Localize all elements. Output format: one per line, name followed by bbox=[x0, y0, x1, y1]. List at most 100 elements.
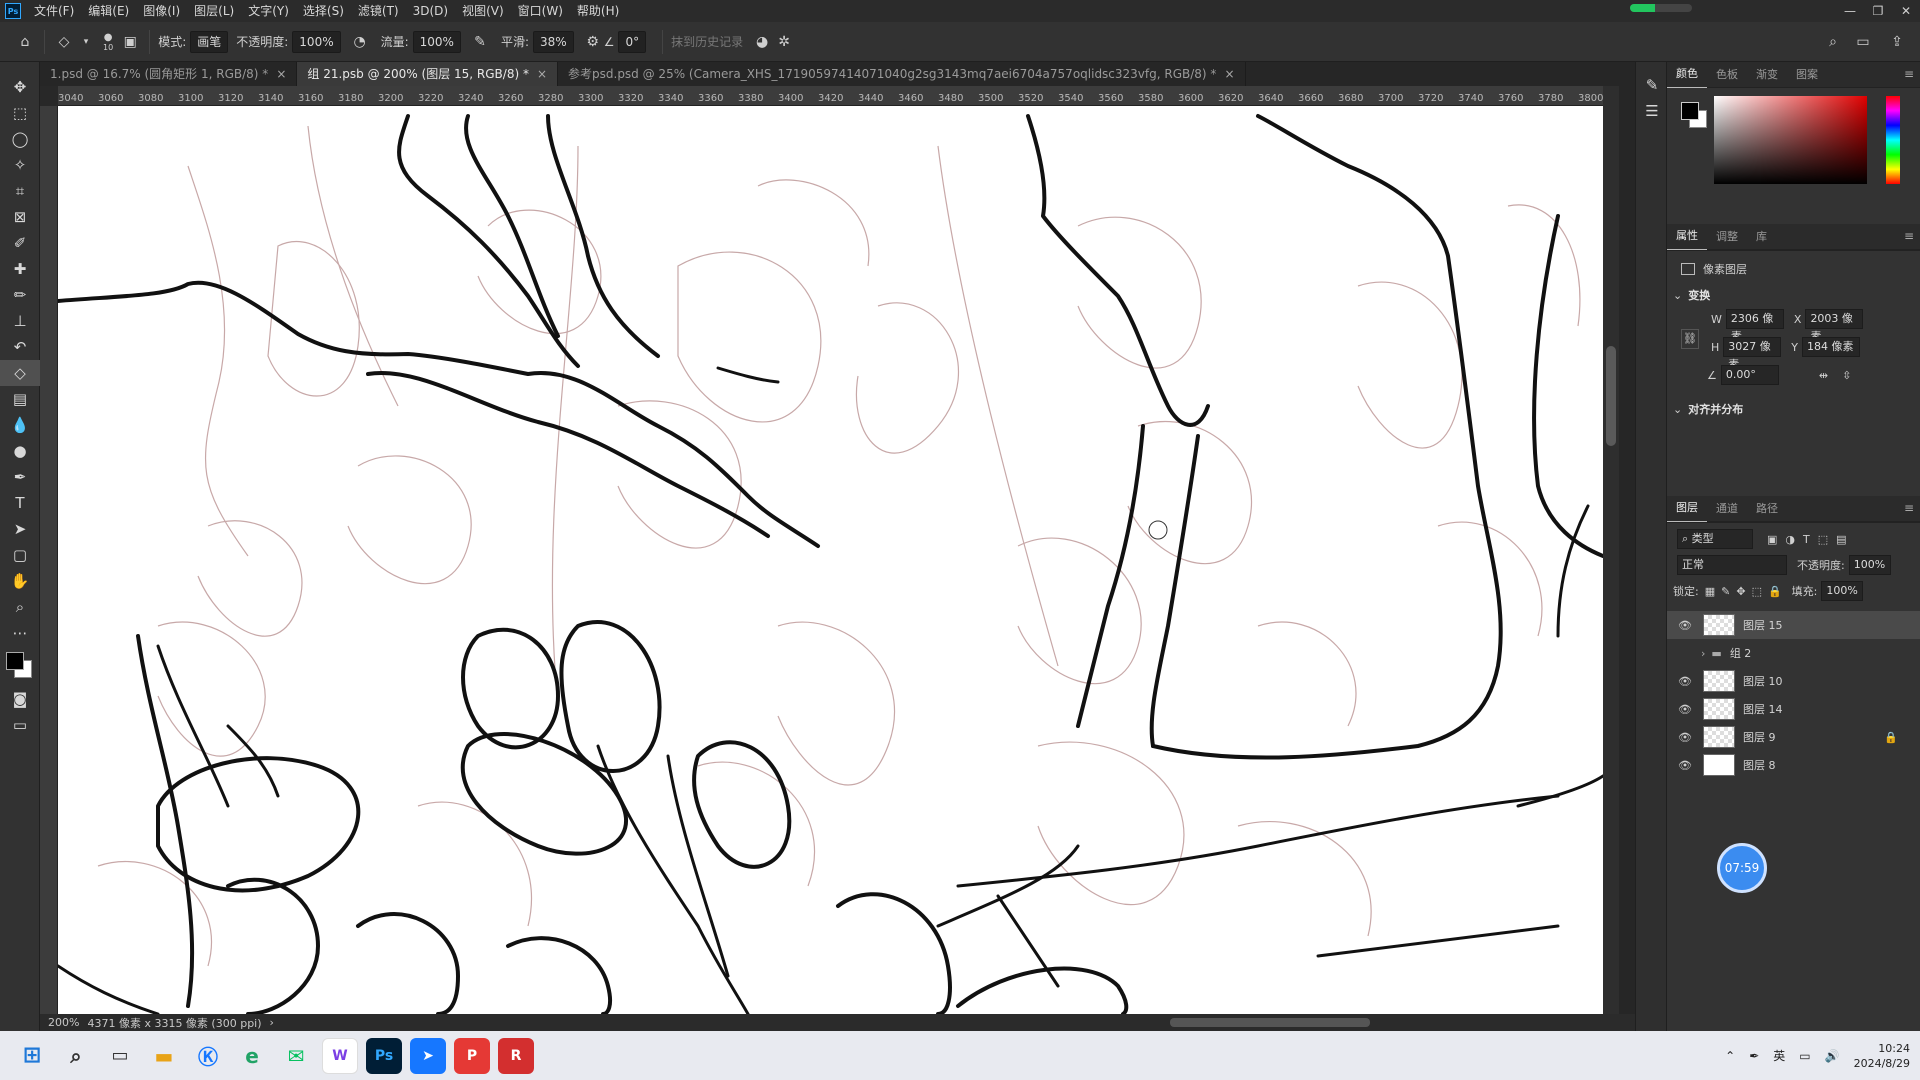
chevron-down-icon[interactable]: ⌄ bbox=[1673, 289, 1682, 302]
lock-position-icon[interactable]: ✥ bbox=[1736, 585, 1745, 598]
tab-color[interactable]: 颜色 bbox=[1667, 61, 1707, 89]
color-swatches[interactable] bbox=[0, 646, 40, 686]
lock-all-icon[interactable]: 🔒 bbox=[1768, 585, 1782, 598]
healing-brush-tool-icon[interactable]: ✚ bbox=[0, 256, 40, 282]
menu-edit[interactable]: 编辑(E) bbox=[81, 0, 136, 22]
adjustments-panel-icon[interactable]: ☰ bbox=[1636, 98, 1668, 124]
app-k-icon[interactable]: Ⓚ bbox=[190, 1038, 226, 1074]
flip-vertical-icon[interactable]: ⇳ bbox=[1842, 369, 1851, 382]
dodge-tool-icon[interactable]: ● bbox=[0, 438, 40, 464]
eye-icon[interactable]: 👁 bbox=[1675, 731, 1695, 744]
filter-smart-icon[interactable]: ▤ bbox=[1836, 533, 1846, 546]
blur-tool-icon[interactable]: 💧 bbox=[0, 412, 40, 438]
app-p-icon[interactable]: P bbox=[454, 1037, 490, 1074]
network-icon[interactable]: ▭ bbox=[1799, 1049, 1810, 1063]
status-menu-icon[interactable]: › bbox=[270, 1016, 274, 1029]
x-input[interactable]: 2003 像素 bbox=[1805, 309, 1864, 343]
chevron-down-icon[interactable]: ⌄ bbox=[1673, 403, 1682, 416]
menu-image[interactable]: 图像(I) bbox=[136, 0, 187, 22]
path-selection-tool-icon[interactable]: ➤ bbox=[0, 516, 40, 542]
layer-filter-select[interactable]: ⌕ 类型 bbox=[1677, 529, 1753, 549]
screen-mode-icon[interactable]: ▭ bbox=[0, 712, 40, 738]
type-tool-icon[interactable]: T bbox=[0, 490, 40, 516]
color-picker-field[interactable] bbox=[1714, 96, 1867, 184]
drawing-canvas[interactable] bbox=[58, 106, 1603, 1014]
erase-to-history-checkbox[interactable]: 抹到历史记录 bbox=[671, 33, 743, 50]
panel-menu-icon[interactable]: ≡ bbox=[1904, 67, 1914, 81]
symmetry-icon[interactable]: ✲ bbox=[773, 31, 795, 53]
layer-row[interactable]: 👁 图层 10 bbox=[1667, 667, 1920, 695]
task-view-icon[interactable]: ▭ bbox=[102, 1038, 138, 1074]
photoshop-icon[interactable]: Ps bbox=[366, 1037, 402, 1074]
flow-input[interactable]: 100% bbox=[412, 30, 461, 53]
pressure-size-icon[interactable]: ◕ bbox=[751, 31, 773, 53]
hue-slider[interactable] bbox=[1886, 96, 1900, 184]
angle-input[interactable]: 0° bbox=[618, 30, 647, 53]
eye-icon[interactable]: 👁 bbox=[1675, 703, 1695, 716]
chevron-down-icon[interactable]: ▾ bbox=[75, 31, 97, 53]
history-brush-tool-icon[interactable]: ↶ bbox=[0, 334, 40, 360]
search-icon[interactable]: ⌕ bbox=[1822, 31, 1844, 53]
width-input[interactable]: 2306 像素 bbox=[1725, 309, 1784, 343]
menu-filter[interactable]: 滤镜(T) bbox=[351, 0, 406, 22]
filter-pixel-icon[interactable]: ▣ bbox=[1767, 533, 1777, 546]
y-input[interactable]: 184 像素 bbox=[1802, 337, 1861, 357]
panel-menu-icon[interactable]: ≡ bbox=[1904, 501, 1914, 515]
eraser-tool-icon[interactable]: ◇ bbox=[53, 31, 75, 53]
pen-icon[interactable]: ✒ bbox=[1749, 1049, 1759, 1063]
volume-icon[interactable]: 🔊 bbox=[1825, 1049, 1840, 1063]
tab-channels[interactable]: 通道 bbox=[1707, 496, 1747, 522]
layer-row[interactable]: 👁 图层 14 bbox=[1667, 695, 1920, 723]
filter-adjustment-icon[interactable]: ◑ bbox=[1785, 533, 1795, 546]
panel-menu-icon[interactable]: ≡ bbox=[1904, 229, 1914, 243]
rectangle-tool-icon[interactable]: ▢ bbox=[0, 542, 40, 568]
tab-document-2[interactable]: 组 21.psb @ 200% (图层 15, RGB/8) * × bbox=[297, 62, 559, 86]
share-icon[interactable]: ⇪ bbox=[1886, 31, 1908, 53]
brush-settings-icon[interactable]: ▣ bbox=[119, 31, 141, 53]
tab-gradients[interactable]: 渐变 bbox=[1747, 62, 1787, 88]
brush-tool-icon[interactable]: ✏ bbox=[0, 282, 40, 308]
close-icon[interactable]: ✕ bbox=[1892, 0, 1920, 22]
clone-stamp-tool-icon[interactable]: ⊥ bbox=[0, 308, 40, 334]
quick-mask-icon[interactable]: ◙ bbox=[0, 686, 40, 712]
marquee-tool-icon[interactable]: ⬚ bbox=[0, 100, 40, 126]
restore-icon[interactable]: ❐ bbox=[1864, 0, 1892, 22]
crop-tool-icon[interactable]: ⌗ bbox=[0, 178, 40, 204]
tab-libraries[interactable]: 库 bbox=[1747, 224, 1776, 250]
flip-horizontal-icon[interactable]: ⇹ bbox=[1819, 369, 1828, 382]
pressure-opacity-icon[interactable]: ◔ bbox=[349, 31, 371, 53]
frame-tool-icon[interactable]: ⊠ bbox=[0, 204, 40, 230]
fill-input[interactable]: 100% bbox=[1821, 581, 1864, 601]
lock-transparency-icon[interactable]: ▦ bbox=[1705, 585, 1715, 598]
menu-file[interactable]: 文件(F) bbox=[27, 0, 81, 22]
smoothing-input[interactable]: 38% bbox=[533, 30, 574, 53]
link-icon[interactable]: ⛓ bbox=[1681, 329, 1699, 349]
gradient-tool-icon[interactable]: ▤ bbox=[0, 386, 40, 412]
lasso-tool-icon[interactable]: ◯ bbox=[0, 126, 40, 152]
menu-type[interactable]: 文字(Y) bbox=[241, 0, 296, 22]
hand-tool-icon[interactable]: ✋ bbox=[0, 568, 40, 594]
foreground-color[interactable] bbox=[6, 652, 24, 670]
menu-layer[interactable]: 图层(L) bbox=[187, 0, 241, 22]
workspace-icon[interactable]: ▭ bbox=[1852, 31, 1874, 53]
gear-icon[interactable]: ⚙ bbox=[582, 31, 604, 53]
eye-icon[interactable]: 👁 bbox=[1675, 759, 1695, 772]
menu-select[interactable]: 选择(S) bbox=[296, 0, 351, 22]
layer-opacity-input[interactable]: 100% bbox=[1848, 555, 1891, 575]
chevron-right-icon[interactable]: › bbox=[1701, 647, 1705, 660]
layer-row[interactable]: 👁 图层 9 🔒 bbox=[1667, 723, 1920, 751]
app-kuaishou-icon[interactable]: R bbox=[498, 1037, 534, 1074]
tab-swatches[interactable]: 色板 bbox=[1707, 62, 1747, 88]
close-icon[interactable]: × bbox=[537, 67, 547, 81]
layer-row[interactable]: 👁 图层 15 bbox=[1667, 611, 1920, 639]
clock[interactable]: 10:24 2024/8/29 bbox=[1854, 1041, 1910, 1071]
close-icon[interactable]: × bbox=[1224, 67, 1234, 81]
eraser-tool-icon[interactable]: ◇ bbox=[0, 360, 40, 386]
feishu-icon[interactable]: ➤ bbox=[410, 1037, 446, 1074]
brush-settings-panel-icon[interactable]: ✎ bbox=[1636, 72, 1668, 98]
close-icon[interactable]: × bbox=[276, 67, 286, 81]
tab-patterns[interactable]: 图案 bbox=[1787, 62, 1827, 88]
chevron-up-icon[interactable]: ⌃ bbox=[1725, 1049, 1735, 1063]
tab-adjustments[interactable]: 调整 bbox=[1707, 224, 1747, 250]
file-explorer-icon[interactable]: ▬ bbox=[146, 1038, 182, 1074]
